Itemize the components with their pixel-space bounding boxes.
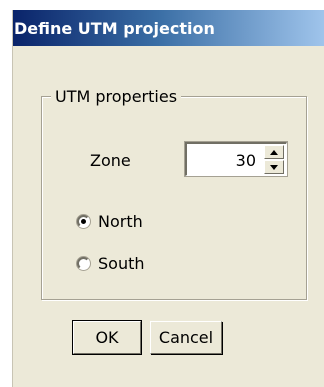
window-title: Define UTM projection (14, 19, 215, 38)
north-radio-button[interactable] (77, 215, 90, 228)
triangle-down-icon (270, 164, 278, 170)
cancel-button[interactable]: Cancel (150, 321, 222, 354)
zone-increment-button[interactable] (264, 145, 284, 159)
south-radio-label[interactable]: South (98, 254, 145, 273)
utm-properties-label: UTM properties (51, 87, 182, 106)
define-utm-dialog: Define UTM projection UTM properties Zon… (12, 10, 324, 387)
north-radio-option[interactable]: North (77, 212, 143, 231)
zone-label: Zone (90, 151, 131, 170)
zone-decrement-button[interactable] (264, 160, 284, 174)
zone-value[interactable]: 30 (236, 151, 256, 170)
north-radio-label[interactable]: North (98, 212, 143, 231)
title-bar[interactable]: Define UTM projection (13, 10, 324, 46)
ok-button[interactable]: OK (72, 320, 142, 355)
triangle-up-icon (270, 149, 278, 155)
south-radio-option[interactable]: South (77, 254, 145, 273)
south-radio-button[interactable] (77, 257, 90, 270)
zone-spinbox[interactable]: 30 (184, 141, 288, 177)
